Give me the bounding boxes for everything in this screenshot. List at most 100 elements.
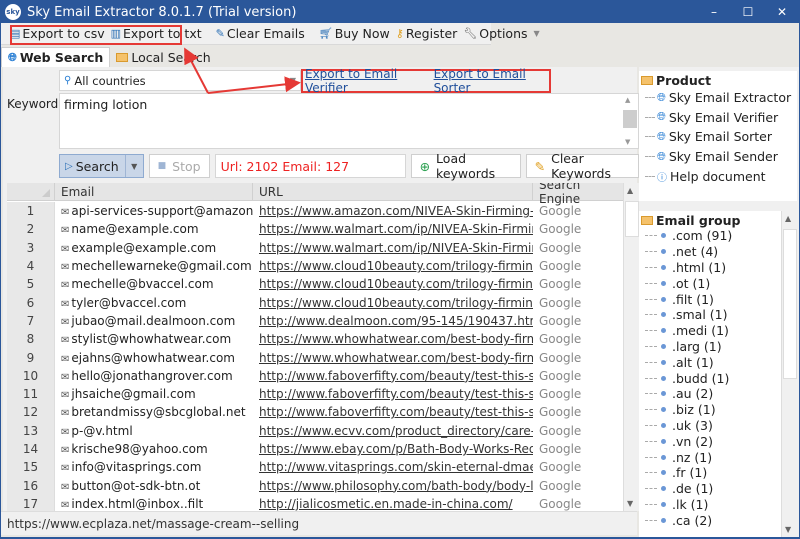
url-cell[interactable]: https://www.cloud10beauty.com/trilogy-fi…	[253, 296, 533, 310]
clear-emails-button[interactable]: ✎ Clear Emails	[213, 24, 308, 44]
row-number[interactable]: 12	[7, 403, 55, 422]
table-row[interactable]: 14 ✉ krische98@yahoo.com https://www.ebay.c…	[7, 439, 623, 459]
email-group-item[interactable]: .com (91)	[639, 228, 797, 244]
row-number[interactable]: 15	[7, 458, 55, 477]
row-number[interactable]: 17	[7, 494, 55, 511]
email-group-item[interactable]: .alt (1)	[639, 354, 797, 370]
maximize-button[interactable]: ☐	[731, 1, 765, 23]
row-number[interactable]: 14	[7, 439, 55, 459]
url-cell[interactable]: http://www.dealmoon.com/95-145/190437.ht…	[253, 314, 533, 328]
table-row[interactable]: 7 ✉ jubao@mail.dealmoon.com http://www.deal…	[7, 311, 623, 331]
options-button[interactable]: 🔧︎ Options ▼	[460, 24, 542, 44]
keyword-scrollbar[interactable]: ▲ ▼	[622, 96, 637, 146]
email-group-item[interactable]: .html (1)	[639, 260, 797, 276]
email-group-item[interactable]: .larg (1)	[639, 339, 797, 355]
email-group-item[interactable]: .ot (1)	[639, 275, 797, 291]
scroll-down-icon[interactable]: ▼	[627, 499, 633, 508]
url-cell[interactable]: http://www.faboverfifty.com/beauty/test-…	[253, 405, 533, 419]
url-cell[interactable]: https://www.walmart.com/ip/NIVEA-Skin-Fi…	[253, 222, 533, 236]
product-item[interactable]: 🌐︎ Sky Email Sorter	[639, 127, 797, 147]
email-group-item[interactable]: .filt (1)	[639, 291, 797, 307]
email-cell[interactable]: ✉ index.html@inbox..filt	[55, 497, 253, 511]
scroll-up-icon[interactable]: ▲	[625, 96, 630, 104]
email-cell[interactable]: ✉ jubao@mail.dealmoon.com	[55, 314, 253, 328]
row-number[interactable]: 16	[7, 476, 55, 495]
minimize-button[interactable]: –	[697, 1, 731, 23]
row-number[interactable]: 6	[7, 293, 55, 312]
scroll-thumb[interactable]	[783, 229, 797, 379]
table-row[interactable]: 17 ✉ index.html@inbox..filt http://jialicos…	[7, 494, 623, 511]
load-keywords-button[interactable]: ⊕ Load keywords	[410, 151, 521, 181]
url-cell[interactable]: https://www.cloud10beauty.com/trilogy-fi…	[253, 259, 533, 273]
row-number[interactable]: 8	[7, 330, 55, 349]
row-number[interactable]: 13	[7, 421, 55, 440]
table-row[interactable]: 6 ✉ tyler@bvaccel.com https://www.cloud10be…	[7, 293, 623, 312]
email-group-item[interactable]: .biz (1)	[639, 402, 797, 418]
country-select[interactable]: ⚲ All countries ▼	[59, 70, 301, 91]
email-cell[interactable]: ✉ krische98@yahoo.com	[55, 442, 253, 456]
email-cell[interactable]: ✉ tyler@bvaccel.com	[55, 296, 253, 310]
row-number[interactable]: 10	[7, 366, 55, 385]
email-group-item[interactable]: .budd (1)	[639, 370, 797, 386]
email-cell[interactable]: ✉ name@example.com	[55, 222, 253, 236]
table-row[interactable]: 10 ✉ hello@jonathangrover.com http://www.fa…	[7, 366, 623, 385]
clear-keywords-button[interactable]: ✎ Clear Keywords	[525, 151, 639, 181]
product-item[interactable]: 🌐︎ Sky Email Sender	[639, 147, 797, 167]
email-group-item[interactable]: .net (4)	[639, 244, 797, 260]
export-to-verifier-link[interactable]: Export to Email Verifier	[305, 67, 426, 95]
stop-button[interactable]: ■ Stop	[148, 154, 210, 178]
row-number[interactable]: 5	[7, 275, 55, 294]
url-cell[interactable]: https://www.whowhatwear.com/best-body-fi…	[253, 332, 533, 346]
row-number[interactable]: 4	[7, 256, 55, 276]
scroll-up-icon[interactable]: ▲	[627, 186, 633, 195]
row-number[interactable]: 1	[7, 202, 55, 221]
scroll-thumb[interactable]	[623, 110, 637, 128]
table-row[interactable]: 1✉api-services-support@amazon.c...https:…	[7, 202, 623, 221]
url-cell[interactable]: http://www.vitasprings.com/skin-eternal-…	[253, 460, 533, 474]
tab-web-search[interactable]: 🌐︎ Web Search	[1, 47, 111, 67]
email-group-item[interactable]: .lk (1)	[639, 497, 797, 513]
row-number[interactable]: 2	[7, 220, 55, 239]
email-cell[interactable]: ✉ mechellewarneke@gmail.com	[55, 259, 253, 273]
search-dropdown-button[interactable]: ▼	[124, 155, 143, 177]
email-cell[interactable]: ✉ example@example.com	[55, 241, 253, 255]
buy-now-button[interactable]: 🛒︎ Buy Now	[316, 24, 393, 44]
register-button[interactable]: ⚷ Register	[393, 24, 461, 44]
column-header-search-engine[interactable]: Search Engine	[533, 183, 623, 206]
email-cell[interactable]: ✉api-services-support@amazon.c...	[55, 204, 253, 218]
product-item[interactable]: 🌐︎ Sky Email Verifier	[639, 108, 797, 128]
scroll-thumb[interactable]	[625, 201, 639, 237]
scroll-up-icon[interactable]: ▲	[785, 214, 791, 223]
email-group-item[interactable]: .uk (3)	[639, 418, 797, 434]
select-all-corner[interactable]	[7, 183, 55, 200]
grid-scrollbar[interactable]: ▲ ▼	[623, 183, 639, 511]
email-group-item[interactable]: .smal (1)	[639, 307, 797, 323]
table-row[interactable]: 4 ✉ mechellewarneke@gmail.com https://www.c…	[7, 256, 623, 276]
column-header-url[interactable]: URL	[253, 183, 533, 200]
url-cell[interactable]: http://www.faboverfifty.com/beauty/test-…	[253, 369, 533, 383]
scroll-down-icon[interactable]: ▼	[625, 138, 630, 146]
url-cell[interactable]: https://www.walmart.com/ip/NIVEA-Skin-Fi…	[253, 241, 533, 255]
url-cell[interactable]: https://www.ebay.com/p/Bath-Body-Works-R…	[253, 442, 533, 456]
close-button[interactable]: ✕	[765, 1, 799, 23]
email-group-item[interactable]: .fr (1)	[639, 465, 797, 481]
export-to-sorter-link[interactable]: Export to Email Sorter	[434, 67, 549, 95]
email-group-item[interactable]: .vn (2)	[639, 433, 797, 449]
search-button[interactable]: ▷ Search ▼	[59, 154, 144, 178]
tab-local-search[interactable]: Local Search	[110, 47, 216, 67]
email-cell[interactable]: ✉ p-@v.html	[55, 424, 253, 438]
email-cell[interactable]: ✉ mechelle@bvaccel.com	[55, 277, 253, 291]
url-cell[interactable]: https://www.philosophy.com/bath-body/bod…	[253, 479, 533, 493]
email-cell[interactable]: ✉ ejahns@whowhatwear.com	[55, 351, 253, 365]
keyword-input[interactable]: firming lotion ▲ ▼	[59, 93, 639, 149]
email-group-item[interactable]: .ca (2)	[639, 512, 797, 528]
table-row[interactable]: 11 ✉ jhsaiche@gmail.com http://www.faboverf…	[7, 384, 623, 404]
table-row[interactable]: 16 ✉ button@ot-sdk-btn.ot https://www.philo…	[7, 476, 623, 495]
table-row[interactable]: 13 ✉ p-@v.html https://www.ecvv.com/product…	[7, 421, 623, 440]
product-node[interactable]: Product	[639, 71, 797, 88]
table-row[interactable]: 9 ✉ ejahns@whowhatwear.com https://www.whow…	[7, 348, 623, 367]
email-group-item[interactable]: .au (2)	[639, 386, 797, 402]
table-row[interactable]: 5 ✉ mechelle@bvaccel.com https://www.cloud1…	[7, 275, 623, 294]
email-cell[interactable]: ✉ button@ot-sdk-btn.ot	[55, 479, 253, 493]
email-cell[interactable]: ✉ hello@jonathangrover.com	[55, 369, 253, 383]
